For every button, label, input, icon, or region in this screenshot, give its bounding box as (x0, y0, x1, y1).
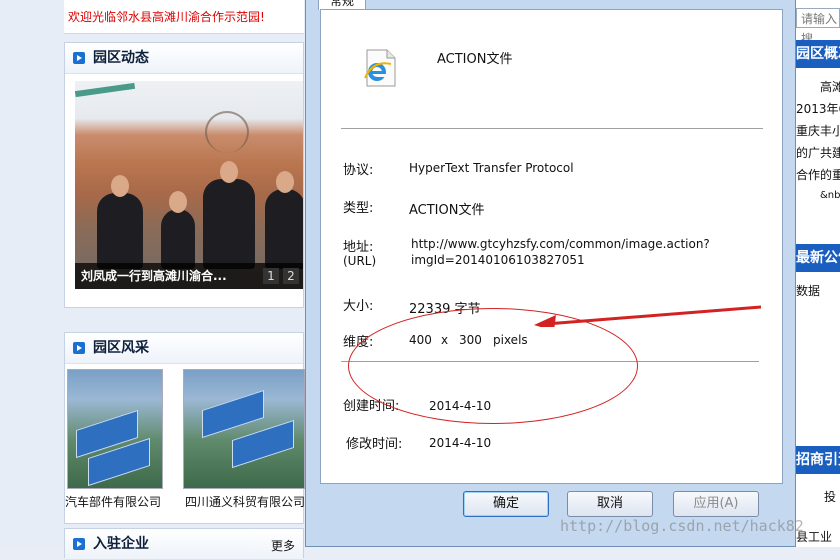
excavator-arm (75, 82, 136, 98)
person-figure (265, 171, 303, 269)
bullet-arrow-icon (73, 538, 85, 550)
factory-photo[interactable] (183, 369, 305, 489)
notice-line[interactable]: 数据 (796, 282, 820, 299)
factory-photo[interactable] (67, 369, 163, 489)
internet-explorer-icon (364, 49, 396, 87)
search-input[interactable]: 请输入搜 (796, 8, 840, 46)
size-label: 大小: (343, 299, 374, 314)
enterprise-panel-header: 入驻企业 更多 (65, 529, 303, 560)
factory-label[interactable]: 汽车部件有限公司 (65, 493, 161, 510)
invest-header: 招商引资 (796, 446, 840, 474)
blog-watermark: http://blog.csdn.net/hack82 (560, 517, 804, 535)
enterprise-panel-title: 入驻企业 (93, 536, 149, 552)
person-figure (97, 175, 143, 269)
style-panel: 园区风采 汽车部件有限公司 四川通义科贸有限公司 (64, 332, 305, 524)
style-panel-header: 园区风采 (65, 333, 303, 364)
address-label: 地址: (343, 240, 374, 255)
notice-header: 最新公告 (796, 244, 840, 272)
news-panel-header: 园区动态 (65, 43, 303, 74)
person-figure (203, 161, 255, 269)
news-panel-title: 园区动态 (93, 50, 149, 66)
tree (205, 111, 249, 153)
address-value-line2: imgId=20140106103827051 (411, 253, 585, 267)
annotation-arrow-icon (534, 305, 762, 327)
overview-line: 合作的重 (796, 168, 840, 182)
type-value: ACTION文件 (409, 203, 485, 218)
protocol-value: HyperText Transfer Protocol (409, 161, 574, 175)
invest-item[interactable]: 投 (824, 488, 836, 505)
overview-header: 园区概况 (796, 40, 840, 68)
divider (341, 128, 763, 129)
factory-building (202, 389, 264, 439)
notice-title: 最新公告 (796, 250, 840, 266)
address-url-label: (URL) (343, 254, 377, 268)
style-panel-title: 园区风采 (93, 340, 149, 356)
bullet-arrow-icon (73, 52, 85, 64)
overview-line: 的广共建 (796, 146, 840, 160)
overview-line: 重庆丰小 (796, 124, 840, 138)
ok-button[interactable]: 确定 (463, 491, 549, 517)
invest-title: 招商引资 (796, 452, 840, 468)
properties-dialog: 常规 ACTION文件 协议: HyperText Transfer Proto… (305, 0, 796, 547)
file-name: ACTION文件 (437, 52, 513, 67)
apply-button[interactable]: 应用(A) (673, 491, 759, 517)
overview-line: &nb (820, 190, 840, 201)
overview-line: 高滩 (820, 80, 840, 94)
enterprise-panel: 入驻企业 更多 (64, 528, 304, 560)
news-photo[interactable]: 刘凤成一行到高滩川渝合... 1 2 (75, 81, 303, 289)
modified-label: 修改时间: (346, 437, 403, 452)
overview-line: 2013年6月 (796, 102, 840, 116)
address-value-line1: http://www.gtcyhzsfy.com/common/image.ac… (411, 237, 710, 251)
protocol-label: 协议: (343, 163, 374, 178)
welcome-banner: 欢迎光临邻水县高滩川渝合作示范园! (64, 0, 304, 34)
background-webpage-left: 欢迎光临邻水县高滩川渝合作示范园! 园区动态 刘凤成一行到高滩川渝合... 1 … (0, 0, 305, 560)
person-figure (161, 191, 195, 269)
slide-page-2[interactable]: 2 (283, 268, 299, 284)
news-panel: 园区动态 刘凤成一行到高滩川渝合... 1 2 (64, 42, 304, 308)
type-label: 类型: (343, 201, 374, 216)
cancel-button[interactable]: 取消 (567, 491, 653, 517)
bullet-arrow-icon (73, 342, 85, 354)
factory-label[interactable]: 四川通义科贸有限公司 (185, 493, 305, 510)
slide-page-1[interactable]: 1 (263, 268, 279, 284)
background-webpage-right: 请输入搜 园区概况 高滩 2013年6月 重庆丰小 的广共建 合作的重 &nb … (796, 0, 840, 547)
more-link[interactable]: 更多 (271, 537, 295, 554)
modified-value: 2014-4-10 (429, 436, 492, 450)
factory-building (232, 419, 294, 469)
overview-title: 园区概况 (796, 46, 840, 62)
